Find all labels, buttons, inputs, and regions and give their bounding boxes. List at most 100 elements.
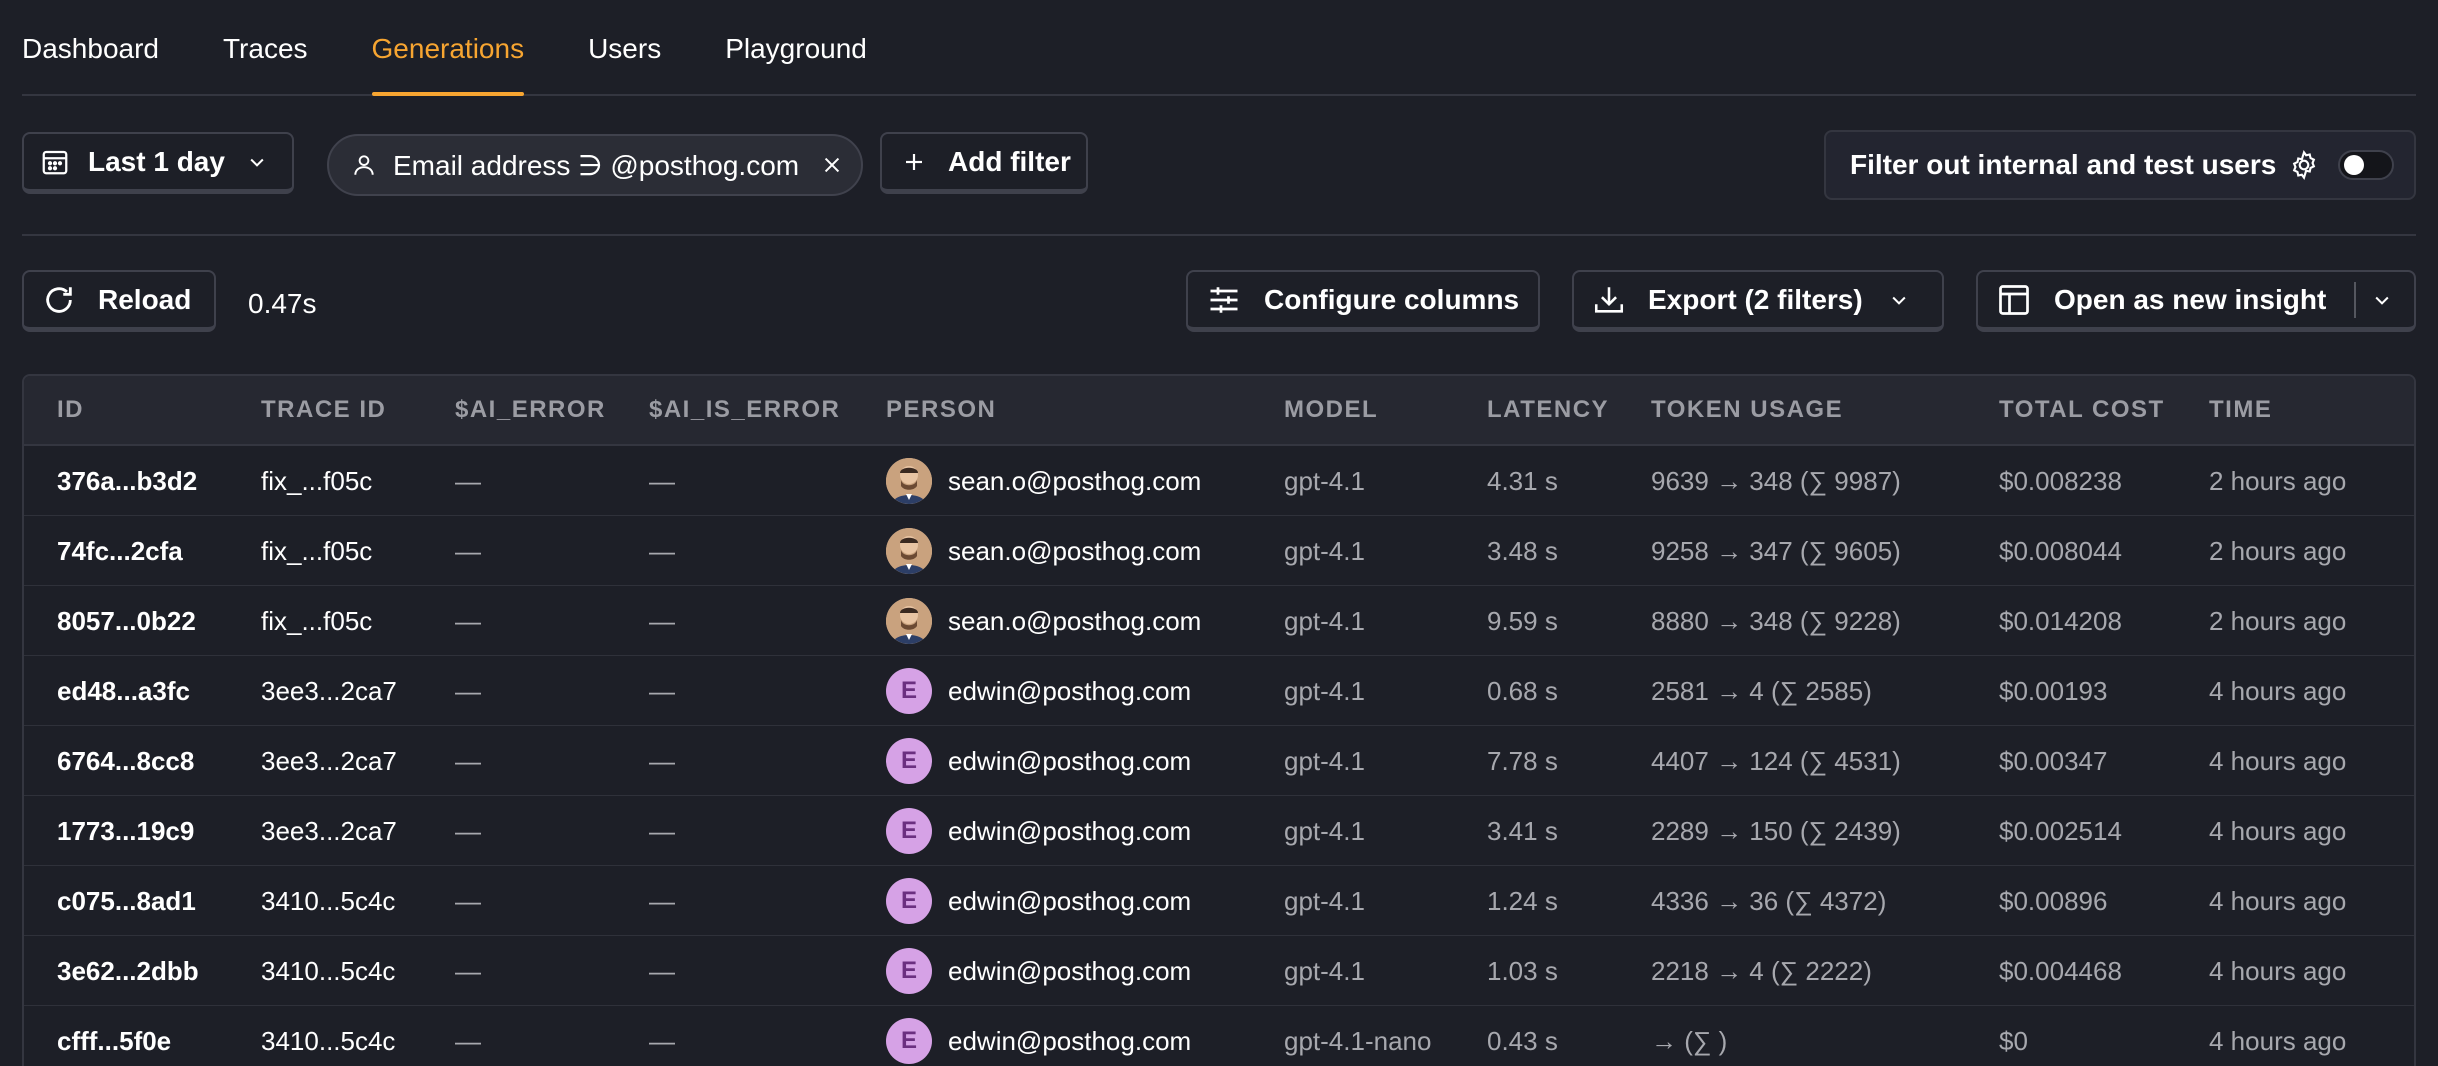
trace-id[interactable]: 3ee3...2ca7 <box>261 656 397 726</box>
tab-playground[interactable]: Playground <box>725 0 867 94</box>
email-filter-chip[interactable]: Email address ∋ @posthog.com <box>327 134 863 196</box>
generation-id[interactable]: cfff...5f0e <box>57 1006 171 1066</box>
tab-users[interactable]: Users <box>588 0 661 94</box>
table-row[interactable]: 1773...19c9 3ee3...2ca7 — — Eedwin@posthog.c… <box>24 796 2414 866</box>
ai-is-error-value: — <box>649 535 675 566</box>
tab-generations[interactable]: Generations <box>371 0 524 96</box>
trace-id[interactable]: 3ee3...2ca7 <box>261 726 397 796</box>
ai-is-error-value: — <box>649 885 675 916</box>
internal-users-filter: Filter out internal and test users <box>1824 130 2416 200</box>
ai-error-value: — <box>455 605 481 636</box>
latency-value: 7.78 s <box>1487 745 1558 776</box>
table-row[interactable]: 376a...b3d2 fix_...f05c — — sean.o@posthog.c… <box>24 446 2414 516</box>
export-button[interactable]: Export (2 filters) <box>1572 270 1944 332</box>
generation-id[interactable]: 3e62...2dbb <box>57 936 199 1006</box>
trace-id[interactable]: 3410...5c4c <box>261 1006 395 1066</box>
token-usage-value: 2218 → 4 (∑ 2222) <box>1651 955 1872 986</box>
close-icon[interactable] <box>821 154 843 176</box>
internal-users-toggle[interactable] <box>2338 150 2395 180</box>
person-email: edwin@posthog.com <box>948 675 1192 706</box>
model-value: gpt-4.1 <box>1284 815 1365 846</box>
token-usage-value: 2581 → 4 (∑ 2585) <box>1651 675 1872 706</box>
avatar <box>886 458 932 504</box>
open-insight-button[interactable]: Open as new insight <box>1976 270 2416 332</box>
person-cell[interactable]: Eedwin@posthog.com <box>886 796 1191 866</box>
nav-tabs: Dashboard Traces Generations Users Playg… <box>22 0 2416 96</box>
total-cost-value: $0.008238 <box>1999 465 2122 496</box>
column-header-latency[interactable]: LATENCY <box>1487 376 1609 444</box>
latency-value: 0.43 s <box>1487 1025 1558 1056</box>
download-icon <box>1594 286 1624 313</box>
chevron-down-icon[interactable] <box>2372 290 2392 310</box>
sliders-icon <box>1210 286 1238 313</box>
table-row[interactable]: cfff...5f0e 3410...5c4c — — Eedwin@posthog.c… <box>24 1006 2414 1066</box>
configure-columns-button[interactable]: Configure columns <box>1186 270 1540 332</box>
table-row[interactable]: ed48...a3fc 3ee3...2ca7 — — Eedwin@posthog.c… <box>24 656 2414 726</box>
time-value: 4 hours ago <box>2209 675 2347 706</box>
total-cost-value: $0.00896 <box>1999 885 2108 916</box>
column-header-total-cost[interactable]: TOTAL COST <box>1999 376 2165 444</box>
generation-id[interactable]: 1773...19c9 <box>57 796 194 866</box>
generation-id[interactable]: ed48...a3fc <box>57 656 190 726</box>
person-cell[interactable]: Eedwin@posthog.com <box>886 726 1191 796</box>
gear-icon[interactable] <box>2288 149 2320 181</box>
add-filter-label: Add filter <box>948 145 1071 177</box>
person-cell[interactable]: Eedwin@posthog.com <box>886 1006 1191 1066</box>
reload-button[interactable]: Reload <box>22 270 216 332</box>
column-header-ai-is-error[interactable]: $AI_IS_ERROR <box>649 376 840 444</box>
latency-value: 1.03 s <box>1487 955 1558 986</box>
column-header-model[interactable]: MODEL <box>1284 376 1378 444</box>
avatar: E <box>886 738 932 784</box>
model-value: gpt-4.1 <box>1284 885 1365 916</box>
refresh-icon <box>46 286 72 313</box>
date-range-button[interactable]: Last 1 day <box>22 132 294 194</box>
column-header-ai-error[interactable]: $AI_ERROR <box>455 376 606 444</box>
generation-id[interactable]: c075...8ad1 <box>57 866 196 936</box>
ai-error-value: — <box>455 955 481 986</box>
generation-id[interactable]: 74fc...2cfa <box>57 516 183 586</box>
configure-columns-label: Configure columns <box>1264 283 1520 315</box>
person-cell[interactable]: sean.o@posthog.com <box>886 586 1201 656</box>
model-value: gpt-4.1 <box>1284 535 1365 566</box>
ai-is-error-value: — <box>649 675 675 706</box>
table-row[interactable]: 6764...8cc8 3ee3...2ca7 — — Eedwin@posthog.c… <box>24 726 2414 796</box>
person-cell[interactable]: sean.o@posthog.com <box>886 516 1201 586</box>
avatar: E <box>886 948 932 994</box>
trace-id[interactable]: fix_...f05c <box>261 586 372 656</box>
time-value: 2 hours ago <box>2209 605 2347 636</box>
ai-is-error-value: — <box>649 745 675 776</box>
column-header-trace-id[interactable]: TRACE ID <box>261 376 386 444</box>
user-photo-icon <box>886 598 932 644</box>
generation-id[interactable]: 8057...0b22 <box>57 586 196 656</box>
column-header-id[interactable]: ID <box>57 376 84 444</box>
person-email: sean.o@posthog.com <box>948 605 1202 636</box>
trace-id[interactable]: 3410...5c4c <box>261 936 395 1006</box>
add-filter-button[interactable]: Add filter <box>880 132 1088 194</box>
table-row[interactable]: 8057...0b22 fix_...f05c — — sean.o@posthog.c… <box>24 586 2414 656</box>
ai-error-value: — <box>455 815 481 846</box>
person-cell[interactable]: Eedwin@posthog.com <box>886 936 1191 1006</box>
column-header-token-usage[interactable]: TOKEN USAGE <box>1651 376 1843 444</box>
user-photo-icon <box>886 528 932 574</box>
trace-id[interactable]: 3ee3...2ca7 <box>261 796 397 866</box>
model-value: gpt-4.1 <box>1284 465 1365 496</box>
tab-dashboard[interactable]: Dashboard <box>22 0 159 94</box>
trace-id[interactable]: fix_...f05c <box>261 446 372 516</box>
table-row[interactable]: 74fc...2cfa fix_...f05c — — sean.o@posthog.c… <box>24 516 2414 586</box>
table-row[interactable]: 3e62...2dbb 3410...5c4c — — Eedwin@posthog.c… <box>24 936 2414 1006</box>
generation-id[interactable]: 6764...8cc8 <box>57 726 194 796</box>
tab-traces[interactable]: Traces <box>223 0 308 94</box>
generation-id[interactable]: 376a...b3d2 <box>57 446 197 516</box>
avatar <box>886 598 932 644</box>
table-row[interactable]: c075...8ad1 3410...5c4c — — Eedwin@posthog.c… <box>24 866 2414 936</box>
column-header-person[interactable]: PERSON <box>886 376 996 444</box>
person-cell[interactable]: Eedwin@posthog.com <box>886 656 1191 726</box>
person-cell[interactable]: Eedwin@posthog.com <box>886 866 1191 936</box>
latency-value: 4.31 s <box>1487 465 1558 496</box>
trace-id[interactable]: fix_...f05c <box>261 516 372 586</box>
time-value: 4 hours ago <box>2209 745 2347 776</box>
person-cell[interactable]: sean.o@posthog.com <box>886 446 1201 516</box>
column-header-time[interactable]: TIME <box>2209 376 2272 444</box>
trace-id[interactable]: 3410...5c4c <box>261 866 395 936</box>
latency-value: 1.24 s <box>1487 885 1558 916</box>
